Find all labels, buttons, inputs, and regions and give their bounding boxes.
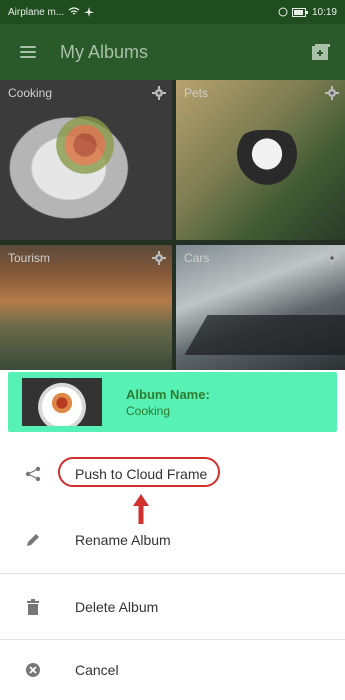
- airplane-icon: [84, 7, 95, 17]
- status-carrier-text: Airplane m...: [8, 6, 65, 18]
- album-label: Cars: [184, 251, 210, 265]
- app-bar: My Albums: [0, 24, 345, 80]
- album-tile-cooking[interactable]: Cooking: [0, 80, 172, 240]
- gear-icon[interactable]: [152, 251, 166, 265]
- delete-album-item[interactable]: Delete Album: [0, 574, 345, 640]
- gear-icon[interactable]: [325, 251, 339, 265]
- albums-grid-area: Cooking Pets Tourism Cars: [0, 80, 345, 370]
- album-name-label: Album Name:: [126, 386, 210, 402]
- gear-icon[interactable]: [152, 86, 166, 100]
- page-title: My Albums: [60, 41, 149, 62]
- trash-icon: [24, 598, 42, 616]
- album-header: Album Name: Cooking: [8, 372, 337, 432]
- highlight-oval: [58, 457, 220, 487]
- menu-item-label: Rename Album: [75, 531, 171, 548]
- alarm-icon: [278, 7, 288, 17]
- add-album-icon: [312, 44, 330, 60]
- rename-album-item[interactable]: Rename Album: [0, 506, 345, 574]
- album-thumbnail: [22, 378, 102, 426]
- menu-item-label: Delete Album: [75, 598, 159, 615]
- album-label: Pets: [184, 86, 209, 100]
- album-label: Tourism: [8, 251, 51, 265]
- menu-item-label: Cancel: [75, 662, 119, 678]
- album-tile-cars[interactable]: Cars: [176, 245, 345, 370]
- add-album-button[interactable]: [297, 24, 345, 80]
- album-name-value: Cooking: [126, 403, 171, 418]
- wifi-icon: [68, 7, 80, 15]
- menu-icon[interactable]: [0, 24, 56, 80]
- cancel-icon: [24, 661, 42, 679]
- share-icon: [24, 465, 42, 483]
- status-time: 10:19: [311, 6, 337, 18]
- album-label: Cooking: [8, 86, 53, 100]
- cancel-item[interactable]: Cancel: [0, 640, 345, 700]
- status-right: 10:19: [278, 7, 337, 18]
- album-tile-pets[interactable]: Pets: [176, 80, 345, 240]
- album-tile-tourism[interactable]: Tourism: [0, 245, 172, 370]
- gear-icon[interactable]: [325, 86, 339, 100]
- status-left: Airplane m...: [8, 6, 95, 18]
- battery-icon: [291, 7, 308, 17]
- pencil-icon: [24, 531, 42, 549]
- status-bar: Airplane m... 10:19: [0, 0, 345, 24]
- album-options-sheet: Album Name: Cooking Push to Cloud Frame …: [0, 370, 345, 700]
